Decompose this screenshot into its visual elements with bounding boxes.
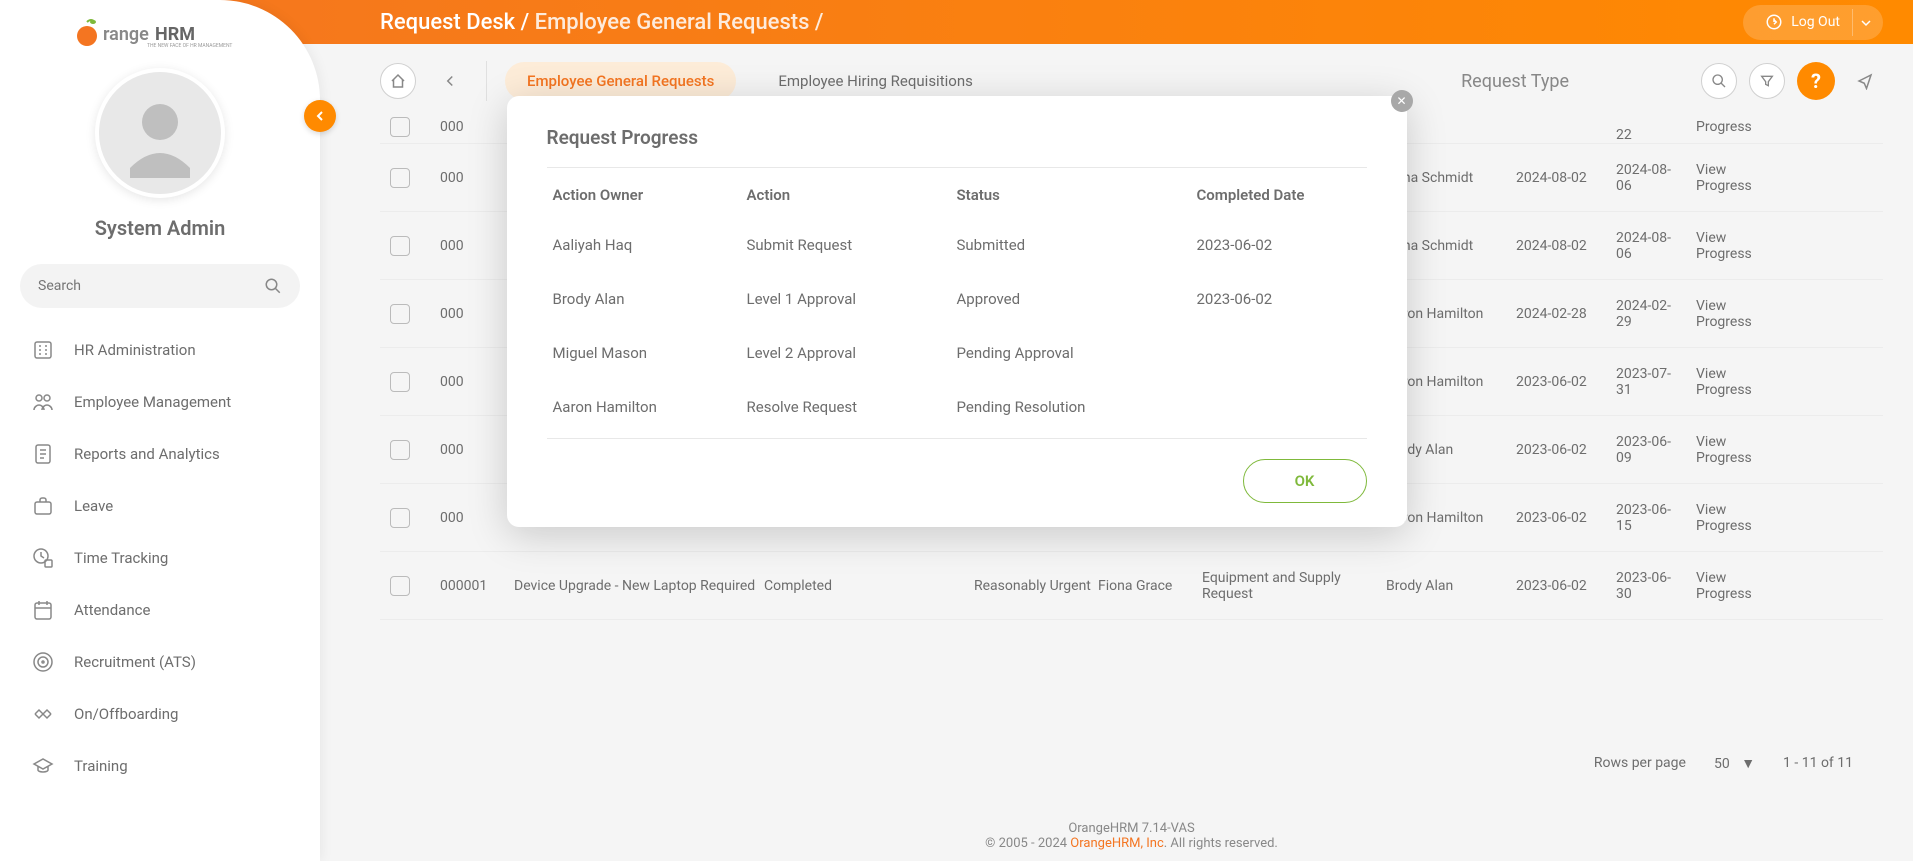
modal-overlay: ✕ Request Progress Action Owner Action S… — [0, 0, 1913, 861]
modal-close-button[interactable]: ✕ — [1391, 90, 1413, 112]
modal-cell-status: Pending Resolution — [957, 398, 1197, 416]
request-progress-modal: ✕ Request Progress Action Owner Action S… — [507, 96, 1407, 527]
col-action-owner: Action Owner — [547, 186, 747, 204]
modal-cell-owner: Brody Alan — [547, 290, 747, 308]
modal-cell-status: Approved — [957, 290, 1197, 308]
modal-footer: OK — [547, 439, 1367, 503]
modal-cell-action: Level 1 Approval — [747, 290, 957, 308]
col-action: Action — [747, 186, 957, 204]
modal-cell-date: 2023-06-02 — [1197, 290, 1367, 308]
modal-row: Miguel Mason Level 2 Approval Pending Ap… — [547, 326, 1367, 380]
modal-title: Request Progress — [547, 126, 1367, 168]
modal-cell-date: 2023-06-02 — [1197, 236, 1367, 254]
modal-cell-status: Submitted — [957, 236, 1197, 254]
modal-row: Brody Alan Level 1 Approval Approved 202… — [547, 272, 1367, 326]
modal-row: Aaron Hamilton Resolve Request Pending R… — [547, 380, 1367, 434]
modal-cell-action: Resolve Request — [747, 398, 957, 416]
col-completed-date: Completed Date — [1197, 186, 1367, 204]
modal-header-row: Action Owner Action Status Completed Dat… — [547, 168, 1367, 218]
modal-table: Action Owner Action Status Completed Dat… — [547, 168, 1367, 439]
modal-cell-action: Submit Request — [747, 236, 957, 254]
modal-cell-action: Level 2 Approval — [747, 344, 957, 362]
close-icon: ✕ — [1396, 94, 1406, 108]
modal-cell-status: Pending Approval — [957, 344, 1197, 362]
modal-cell-date — [1197, 398, 1367, 416]
ok-button[interactable]: OK — [1243, 459, 1367, 503]
modal-cell-owner: Aaron Hamilton — [547, 398, 747, 416]
modal-cell-date — [1197, 344, 1367, 362]
modal-row: Aaliyah Haq Submit Request Submitted 202… — [547, 218, 1367, 272]
modal-cell-owner: Miguel Mason — [547, 344, 747, 362]
modal-cell-owner: Aaliyah Haq — [547, 236, 747, 254]
col-status: Status — [957, 186, 1197, 204]
